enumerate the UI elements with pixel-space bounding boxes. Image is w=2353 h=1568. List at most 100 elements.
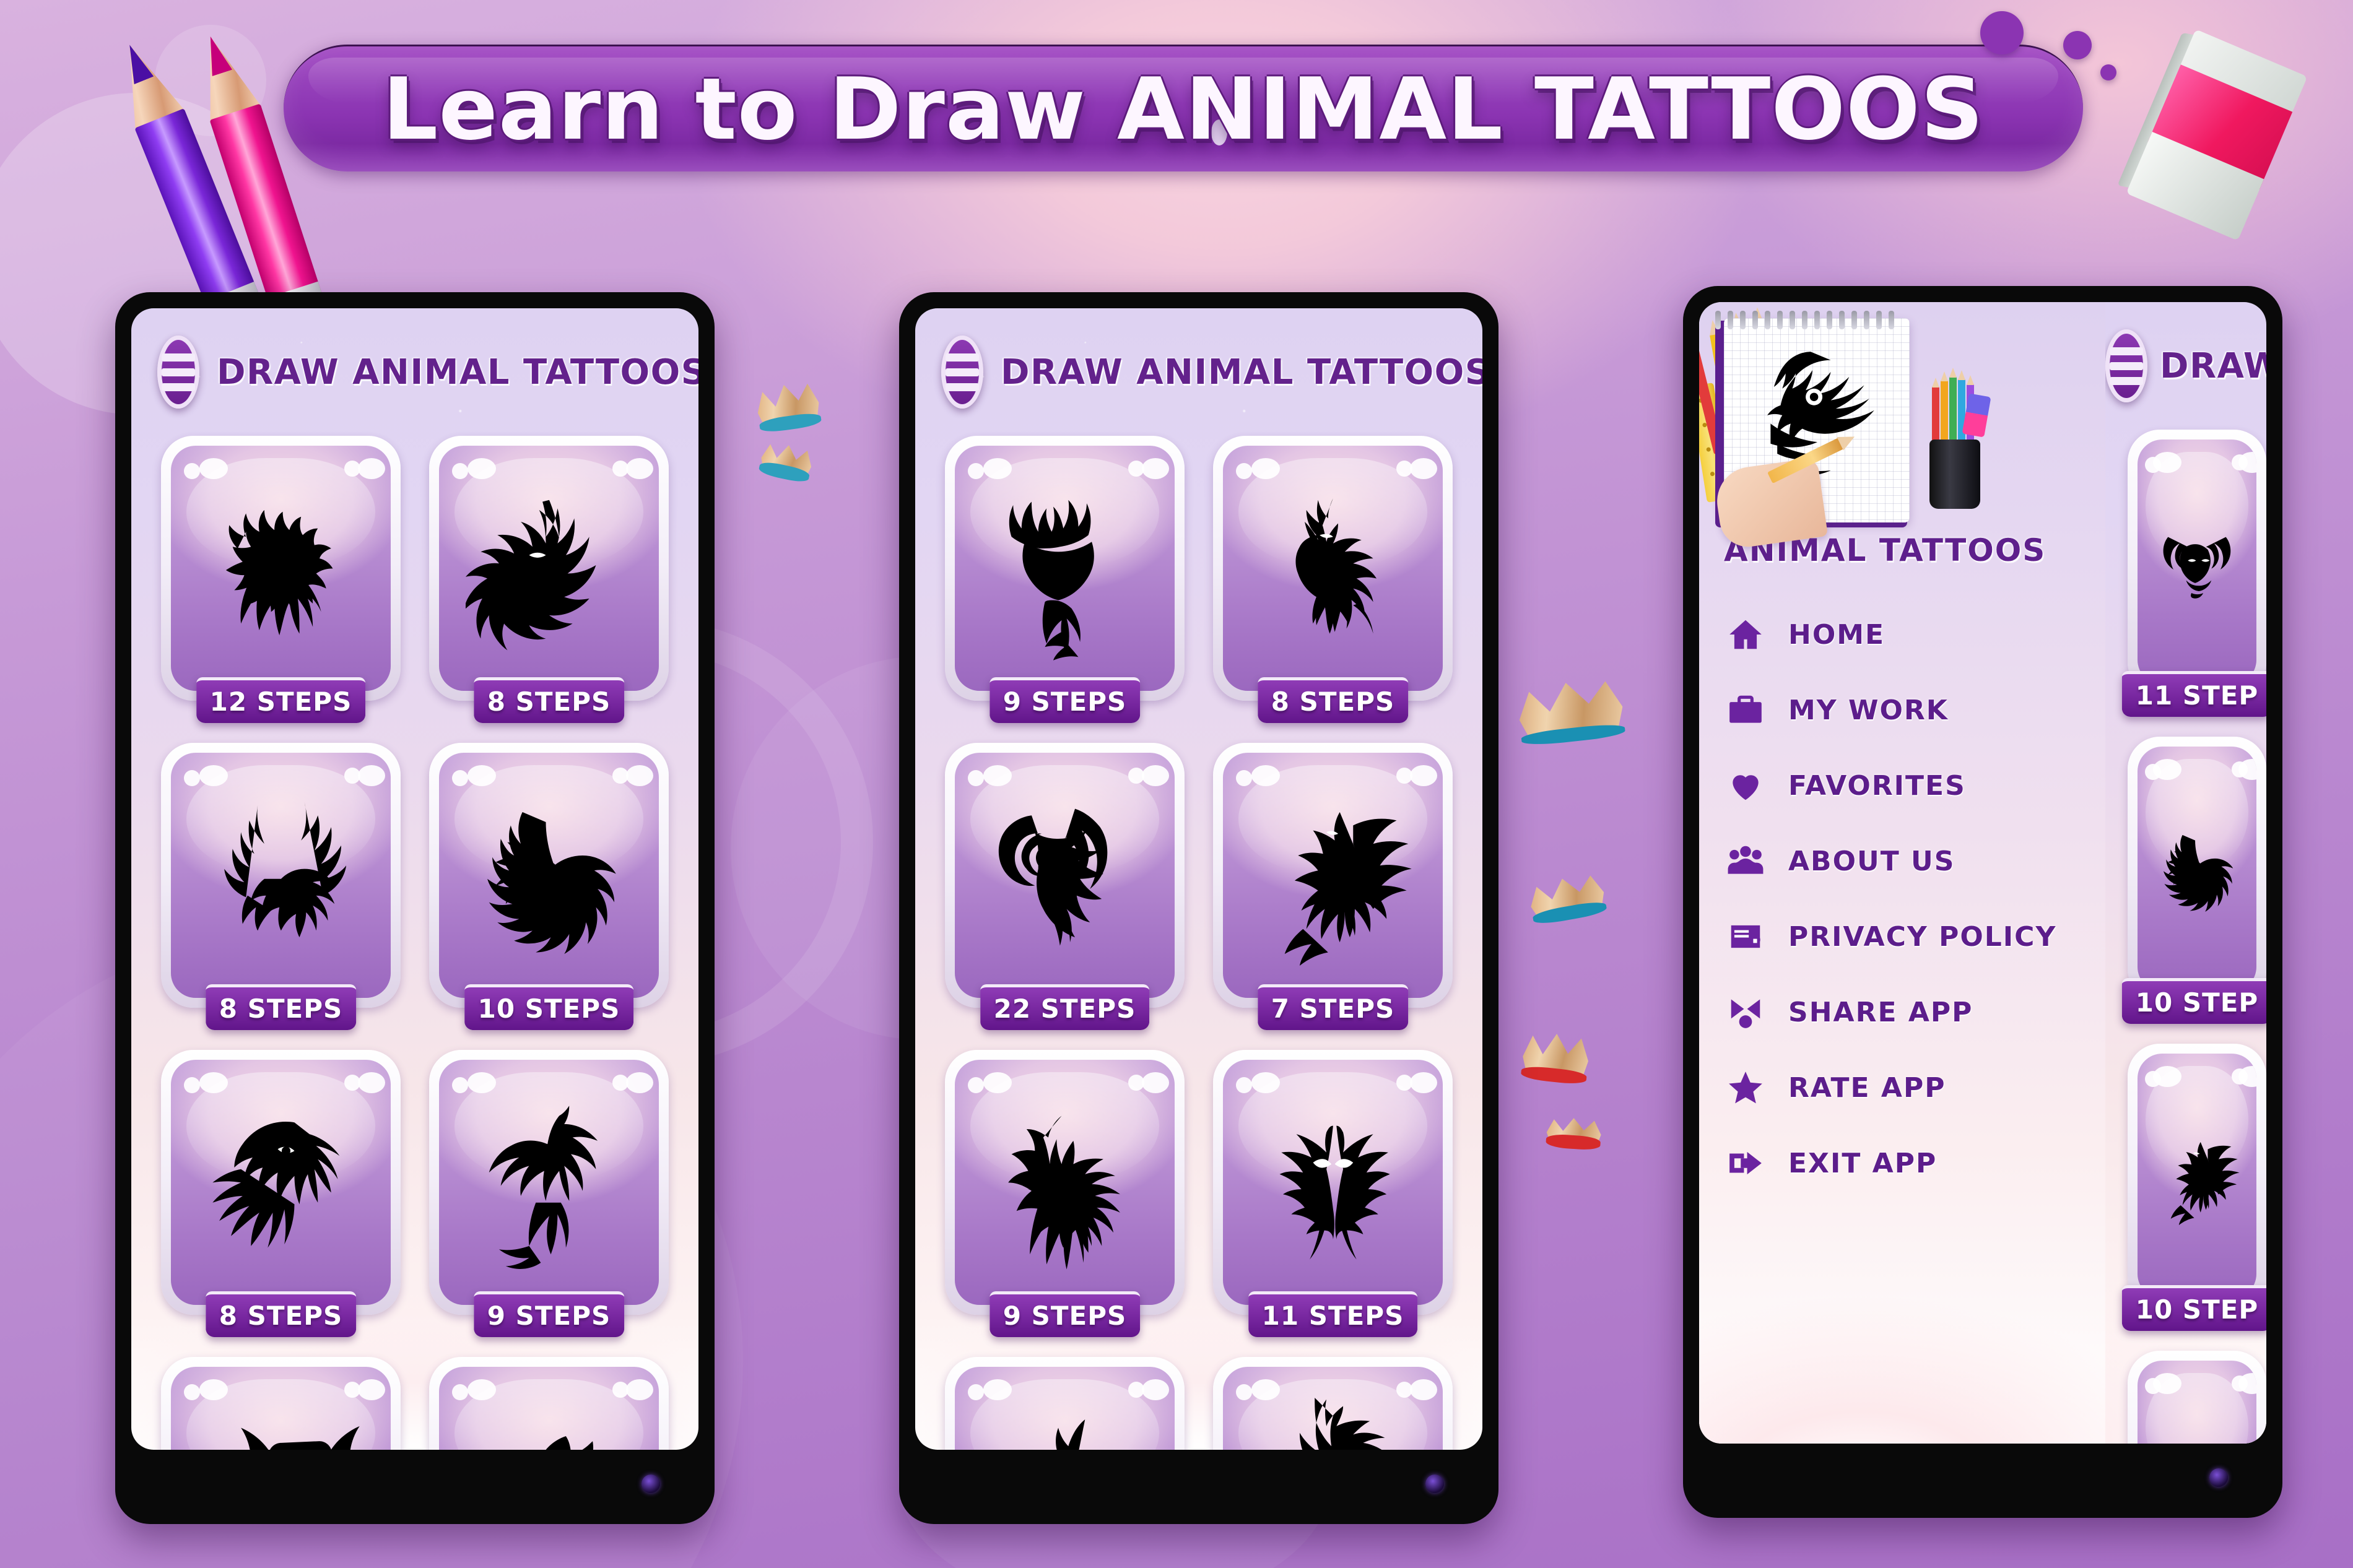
pencil-shaving-decor [1515, 670, 1626, 747]
drawer-item-favorites[interactable]: FAVORITES [1725, 765, 2105, 806]
colored-pencils-decor [0, 0, 409, 357]
drawer-item-home[interactable]: HOME [1725, 614, 2105, 655]
wolf-tribal-tattoo [465, 468, 633, 669]
steps-label: 11 STEPS [1261, 1301, 1404, 1331]
drawer-item-privacy-policy[interactable]: PRIVACY POLICY [1725, 916, 2105, 957]
drawer-item-about-us[interactable]: ABOUT US [1725, 841, 2105, 881]
tattoo-tile[interactable]: 9 STEPS [429, 1050, 669, 1337]
phone-two-screen: DRAW ANIMAL TATTOOS 9 STEPS 8 STEPS 22 S… [915, 308, 1482, 1450]
steps-badge: 22 STEPS [980, 984, 1150, 1030]
steps-badge: 8 STEPS [473, 677, 625, 723]
bat-tribal-tattoo [198, 1389, 365, 1450]
tattoo-tile[interactable]: 11 STEPS [1213, 1050, 1453, 1337]
tattoo-tile[interactable]: 8 STEPS [429, 436, 669, 723]
tattoo-tile[interactable]: 8 STEPS [161, 1050, 401, 1337]
tattoo-tile[interactable] [161, 1357, 401, 1450]
steps-label: 8 STEPS [487, 687, 611, 717]
tattoo-grid: 12 STEPS 8 STEPS 8 STEPS 10 STEPS 8 STEP… [131, 409, 698, 1450]
banner-dot-decor [1980, 11, 2024, 54]
steps-label: 9 STEPS [1003, 1301, 1127, 1331]
steps-label: 8 STEPS [219, 994, 343, 1024]
tile-frame [429, 1357, 669, 1450]
tattoo-tile[interactable]: 8 STEPS [1213, 436, 1453, 723]
tile-frame [2128, 737, 2266, 1002]
banner-dot-decor [2063, 31, 2092, 59]
tile-frame [1213, 743, 1453, 1008]
steps-label: 10 STEPS [477, 994, 620, 1024]
tile-inner [171, 1367, 391, 1450]
tile-frame [161, 1357, 401, 1450]
tile-inner [439, 1060, 659, 1305]
tattoo-tile[interactable]: 7 STEPS [1213, 743, 1453, 1030]
tile-inner [2138, 440, 2256, 685]
tattoo-tile[interactable]: 22 STEPS [945, 743, 1185, 1030]
tattoo-tile[interactable]: 12 STEPS [161, 436, 401, 723]
drawer-item-share-app[interactable]: SHARE APP [1725, 992, 2105, 1033]
phone-camera-dot [1425, 1475, 1444, 1493]
tile-inner [171, 1060, 391, 1305]
tile-inner [1223, 1060, 1443, 1305]
tattoo-tile[interactable] [429, 1357, 669, 1450]
drawer-item-rate-app[interactable]: RATE APP [1725, 1067, 2105, 1108]
tattoo-tile[interactable]: 8 STEPS [161, 743, 401, 1030]
drawer-item-label: RATE APP [1788, 1072, 1946, 1104]
tile-frame [2128, 1044, 2266, 1309]
panther-standing-tattoo [1250, 468, 1417, 669]
eraser-icon [2117, 29, 2308, 241]
steps-badge: 12 STEPS [196, 677, 366, 723]
tile-frame [161, 436, 401, 701]
notebook-spiral-icon [1715, 311, 1901, 329]
tile-frame [1213, 436, 1453, 701]
star-icon [1725, 1067, 1766, 1108]
tile-inner [955, 1060, 1175, 1305]
page-title: Learn to Draw ANIMAL TATTOOS [382, 59, 1985, 159]
steps-badge: 10 STEP [2121, 978, 2266, 1024]
steps-label: 9 STEPS [487, 1301, 611, 1331]
tile-frame [1213, 1357, 1453, 1450]
tile-frame [429, 743, 669, 1008]
tattoo-tile[interactable] [2128, 1351, 2266, 1444]
pencil-shaving-decor [1546, 1112, 1602, 1151]
butterfly-tribal-tattoo [1250, 1082, 1417, 1283]
steps-label: 10 STEP [2135, 987, 2259, 1018]
app-title: DRAW ANIMAL TATTOOS [1001, 352, 1482, 392]
deer-stag-tattoo [198, 775, 365, 976]
share-node-icon [1725, 992, 1766, 1033]
drawer-item-label: MY WORK [1788, 694, 1949, 726]
tattoo-grid-partial: 11 STEP 10 STEP 10 STEP [2105, 402, 2266, 1444]
tattoo-tile[interactable]: 10 STEPS [429, 743, 669, 1030]
steps-badge: 11 STEP [2121, 671, 2266, 717]
drawer-item-label: FAVORITES [1788, 769, 1966, 802]
hamburger-menu-icon[interactable] [941, 336, 983, 409]
steps-badge: 8 STEPS [205, 984, 357, 1030]
tattoo-tile[interactable]: 10 STEP [2121, 737, 2266, 1024]
tattoo-tile[interactable] [1213, 1357, 1453, 1450]
piranha-fish-tattoo [466, 1389, 633, 1450]
steps-badge: 8 STEPS [205, 1291, 357, 1337]
tile-frame [161, 743, 401, 1008]
app-title-truncated: DRAW [2160, 345, 2266, 386]
steps-label: 9 STEPS [1003, 687, 1127, 717]
tattoo-tile[interactable]: 10 STEP [2121, 1044, 2266, 1331]
tattoo-tile[interactable]: 9 STEPS [945, 436, 1185, 723]
steps-badge: 10 STEP [2121, 1285, 2266, 1331]
tile-frame [945, 436, 1185, 701]
drawer-item-my-work[interactable]: MY WORK [1725, 690, 2105, 730]
tattoo-tile[interactable] [945, 1357, 1185, 1450]
steps-badge: 7 STEPS [1257, 984, 1409, 1030]
tile-inner [171, 446, 391, 691]
steps-label: 11 STEP [2135, 680, 2259, 711]
hamburger-menu-icon[interactable] [2105, 329, 2147, 402]
drawer-item-exit-app[interactable]: EXIT APP [1725, 1143, 2105, 1184]
tattoo-tile[interactable]: 11 STEP [2121, 430, 2266, 717]
tile-frame [429, 436, 669, 701]
steps-label: 8 STEPS [1271, 687, 1395, 717]
hamburger-menu-icon[interactable] [157, 336, 199, 409]
lion-head-tattoo [2152, 1383, 2242, 1444]
howling-wolf-tattoo [981, 1389, 1149, 1450]
pencil-shaving-decor [1526, 867, 1608, 926]
tattoo-tile[interactable]: 9 STEPS [945, 1050, 1185, 1337]
page-title-banner: Learn to Draw ANIMAL TATTOOS [284, 45, 2083, 171]
steps-label: 12 STEPS [209, 687, 352, 717]
exit-arrow-icon [1725, 1143, 1766, 1184]
